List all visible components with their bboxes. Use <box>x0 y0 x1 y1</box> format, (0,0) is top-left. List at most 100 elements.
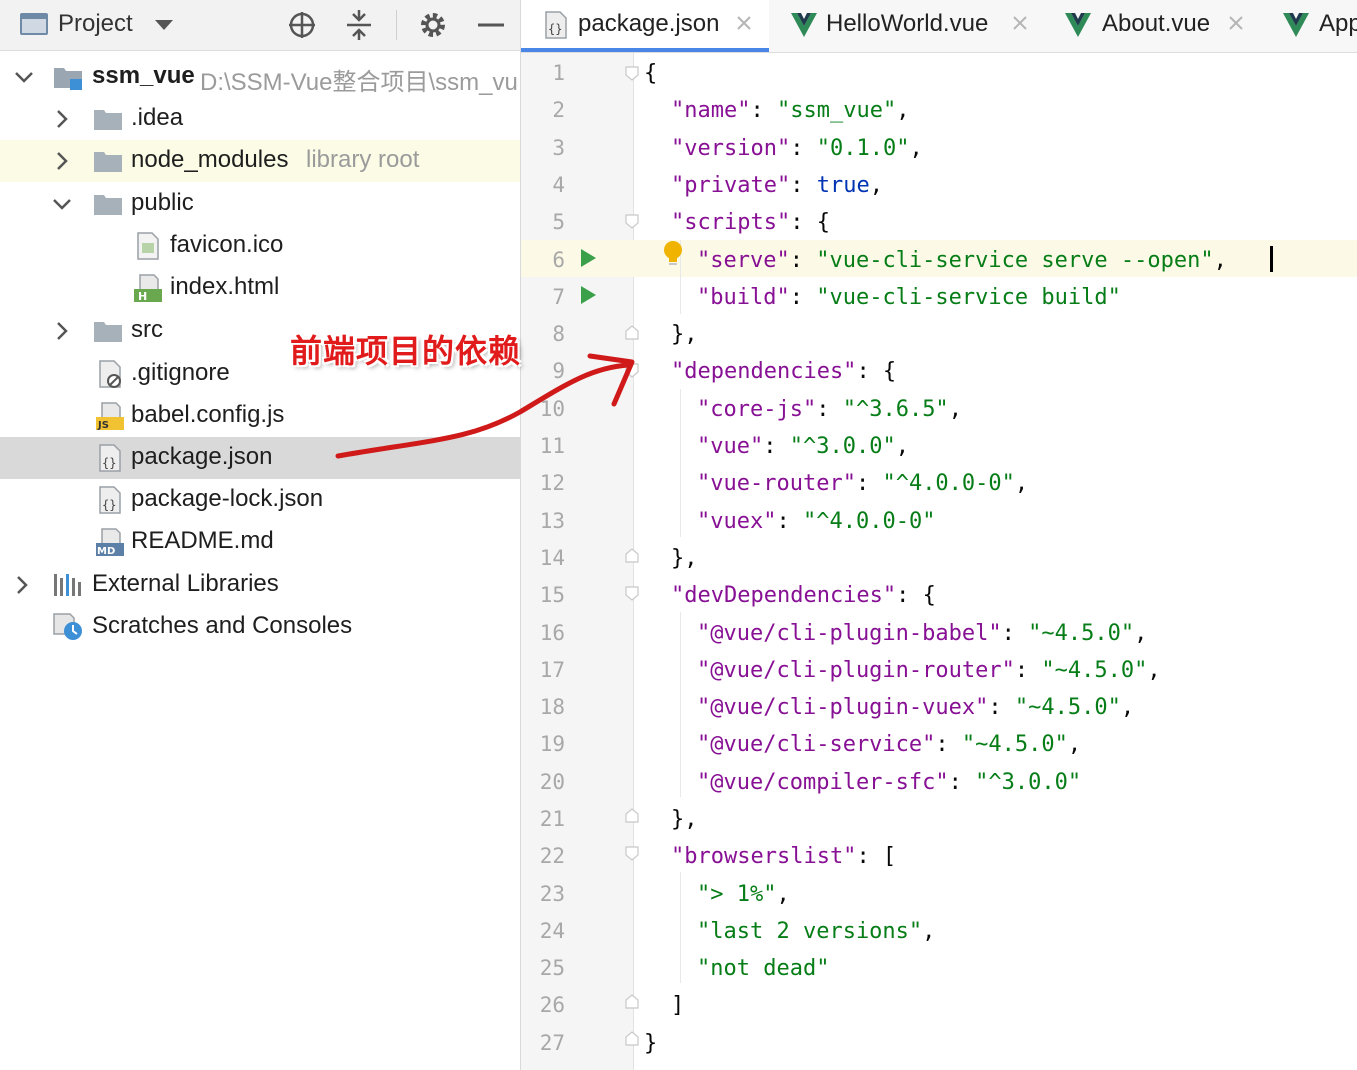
tree-item-label: README.md <box>131 527 274 554</box>
tree-item-idea[interactable]: .idea <box>0 98 520 140</box>
annotation-label: 前端项目的依赖 <box>290 332 522 370</box>
run-script-serve-icon[interactable] <box>578 247 598 269</box>
collapse-all-icon[interactable] <box>342 8 376 42</box>
tree-item-label: package-lock.json <box>131 485 324 512</box>
project-view-selector[interactable]: Project <box>58 10 133 38</box>
tree-item-readme[interactable]: MD README.md <box>0 521 520 563</box>
json-punctuation: , <box>896 98 910 123</box>
lightbulb-icon[interactable] <box>661 239 685 269</box>
tree-item-label: node_modules <box>131 146 289 173</box>
fold-end-icon[interactable] <box>624 808 640 824</box>
line-number: 12 <box>539 471 565 495</box>
tree-item-node-modules[interactable]: node_modules library root <box>0 140 520 182</box>
fold-end-icon[interactable] <box>624 994 640 1010</box>
folder-icon <box>94 322 122 342</box>
indent-guide <box>680 872 681 983</box>
locate-file-icon[interactable] <box>285 8 319 42</box>
line-number: 5 <box>552 210 565 234</box>
tree-item-external-libraries[interactable]: External Libraries <box>0 564 520 606</box>
json-key: "browserslist" <box>671 844 857 869</box>
fold-end-icon[interactable] <box>624 325 640 341</box>
json-string: "^3.6.5" <box>842 397 949 422</box>
json-punctuation: , <box>909 136 923 161</box>
fold-marker-icon[interactable] <box>624 845 640 861</box>
fold-marker-icon[interactable] <box>624 585 640 601</box>
chevron-right-icon[interactable] <box>50 107 74 131</box>
code-line: "serve": "vue-cli-service serve --open", <box>697 242 1227 279</box>
svg-text:H: H <box>138 290 147 303</box>
json-string: "0.1.0" <box>816 136 910 161</box>
tree-item-favicon[interactable]: favicon.ico <box>0 225 520 267</box>
json-string: "~4.5.0" <box>961 732 1068 757</box>
fold-end-icon[interactable] <box>624 1031 640 1047</box>
json-punctuation: , <box>869 173 883 198</box>
tree-item-package-json[interactable]: {} package.json <box>0 437 520 479</box>
code-line: "dependencies": { <box>671 353 896 390</box>
chevron-down-icon[interactable] <box>152 16 176 34</box>
chevron-right-icon[interactable] <box>50 149 74 173</box>
fold-marker-icon[interactable] <box>624 362 640 378</box>
chevron-right-icon[interactable] <box>50 319 74 343</box>
line-number: 25 <box>539 956 565 980</box>
gear-icon[interactable] <box>416 8 450 42</box>
tab-app-vue[interactable]: App <box>1279 0 1357 52</box>
json-punctuation: , <box>1147 658 1161 683</box>
json-punctuation: , <box>1134 621 1148 646</box>
json-punctuation: : <box>750 98 777 123</box>
line-number: 2 <box>552 98 565 122</box>
json-punctuation: , <box>1213 248 1227 273</box>
json-punctuation: : <box>948 770 976 795</box>
fold-marker-icon[interactable] <box>624 213 640 229</box>
json-key: "name" <box>671 98 751 123</box>
fold-marker-icon[interactable] <box>624 65 640 81</box>
json-file-icon: {} <box>99 444 121 472</box>
json-key: "@vue/cli-plugin-router" <box>697 658 1015 683</box>
tree-item-package-lock[interactable]: {} package-lock.json <box>0 479 520 521</box>
svg-text:{}: {} <box>548 22 562 36</box>
code-line: "name": "ssm_vue", <box>671 92 909 129</box>
tree-item-label: .gitignore <box>131 359 230 386</box>
chevron-right-icon[interactable] <box>10 573 34 597</box>
editor-tab-bar: {} package.json HelloWorld.vue About.vue <box>521 0 1357 53</box>
tree-item-index-html[interactable]: H index.html <box>0 267 520 309</box>
tab-about-vue[interactable]: About.vue <box>1061 0 1261 52</box>
json-string: "ssm_vue" <box>776 98 897 123</box>
project-tool-window: Project ssm_vue D:\SSM-Vue整合项目\ssm_vu .i… <box>0 0 521 1070</box>
hide-panel-icon[interactable] <box>474 8 508 42</box>
markdown-file-icon: MD <box>96 528 124 557</box>
json-key: "scripts" <box>671 210 791 235</box>
chevron-down-icon[interactable] <box>50 192 74 216</box>
json-punctuation: : <box>988 695 1015 720</box>
run-script-build-icon[interactable] <box>578 284 598 306</box>
json-string: "^4.0.0-0" <box>882 471 1015 496</box>
json-punctuation: : <box>935 732 962 757</box>
tab-helloworld-vue[interactable]: HelloWorld.vue <box>783 0 1043 52</box>
json-punctuation: : <box>789 285 817 310</box>
libraries-icon <box>54 574 81 596</box>
json-punctuation: ] <box>671 993 685 1018</box>
json-key: "build" <box>697 285 790 310</box>
close-icon[interactable] <box>1009 12 1031 34</box>
line-number: 24 <box>539 919 565 943</box>
json-punctuation: , <box>776 882 790 907</box>
json-key: "private" <box>671 173 791 198</box>
json-punctuation: : <box>855 471 883 496</box>
json-punctuation: : [ <box>856 844 897 869</box>
close-icon[interactable] <box>1225 12 1247 34</box>
tree-item-ssm-vue[interactable]: ssm_vue D:\SSM-Vue整合项目\ssm_vu <box>0 56 520 98</box>
json-string: "~4.5.0" <box>1028 621 1135 646</box>
line-number: 17 <box>539 658 565 682</box>
chevron-down-icon[interactable] <box>12 65 36 89</box>
fold-end-icon[interactable] <box>624 548 640 564</box>
json-punctuation: : <box>776 509 803 534</box>
tree-item-public[interactable]: public <box>0 183 520 225</box>
line-number: 21 <box>539 807 565 831</box>
code-line: "vue-router": "^4.0.0-0", <box>697 465 1028 502</box>
json-key: "@vue/cli-service" <box>697 732 936 757</box>
close-icon[interactable] <box>733 12 755 34</box>
tree-item-scratches[interactable]: Scratches and Consoles <box>0 606 520 648</box>
json-key: "dependencies" <box>671 359 857 384</box>
tree-item-babel-config[interactable]: JS babel.config.js <box>0 395 520 437</box>
tab-package-json[interactable]: {} package.json <box>521 0 769 52</box>
indent-guide <box>680 612 681 797</box>
